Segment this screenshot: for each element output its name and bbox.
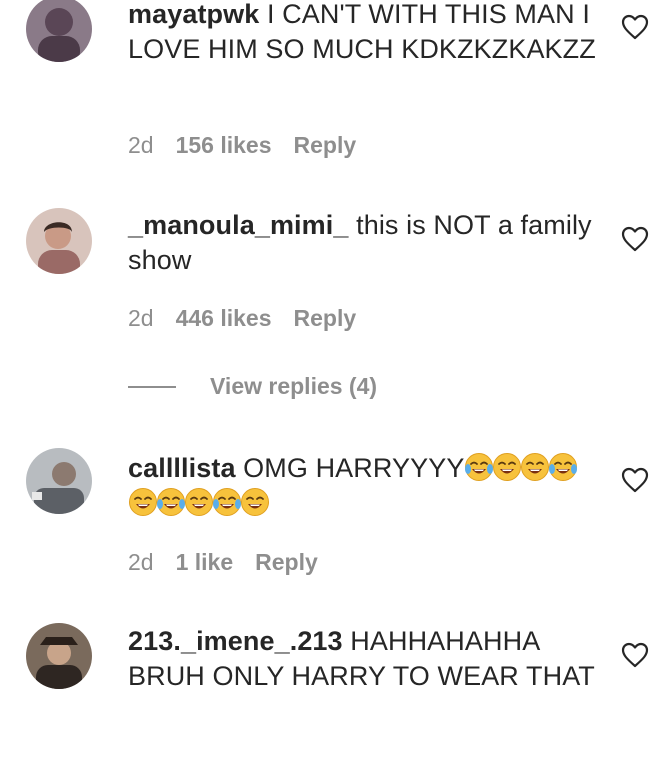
replies-divider [128, 386, 176, 388]
avatar[interactable] [26, 0, 92, 62]
loudly-crying-face-icon [549, 453, 578, 481]
reply-button[interactable]: Reply [255, 549, 318, 575]
comment-text: mayatpwk I CAN'T WITH THIS MAN I LOVE HI… [128, 0, 598, 67]
likes-count[interactable]: 156 likes [176, 132, 272, 158]
comment-text: callllista OMG HARRYYYY [128, 451, 598, 521]
comment-meta: 2d 156 likes Reply [128, 131, 378, 159]
avatar[interactable] [26, 448, 92, 514]
grinning-squinting-face-icon [241, 488, 269, 516]
comment-age: 2d [128, 305, 154, 331]
heart-icon[interactable] [621, 642, 649, 668]
comment-text: _manoula_mimi_ this is NOT a family show [128, 208, 598, 278]
face-with-tears-of-joy-icon [465, 453, 494, 481]
username[interactable]: _manoula_mimi_ [128, 210, 349, 240]
view-replies-label: View replies (4) [210, 373, 378, 399]
comment-age: 2d [128, 132, 154, 158]
comment-body: OMG HARRYYYY [235, 453, 465, 483]
likes-count[interactable]: 446 likes [176, 305, 272, 331]
heart-icon[interactable] [621, 14, 649, 40]
loudly-crying-face-icon [213, 488, 241, 516]
grinning-squinting-face-icon [185, 488, 213, 516]
grinning-squinting-face-icon [493, 453, 522, 481]
grinning-squinting-face-icon [129, 488, 157, 516]
likes-count[interactable]: 1 like [176, 549, 234, 575]
username[interactable]: 213._imene_.213 [128, 626, 343, 656]
username[interactable]: mayatpwk [128, 0, 259, 29]
heart-icon[interactable] [621, 467, 649, 493]
loudly-crying-face-icon [157, 488, 185, 516]
reply-button[interactable]: Reply [294, 132, 357, 158]
comment-meta: 2d 1 like Reply [128, 548, 340, 576]
avatar[interactable] [26, 208, 92, 274]
reply-button[interactable]: Reply [294, 305, 357, 331]
grinning-squinting-face-icon [521, 453, 550, 481]
username[interactable]: callllista [128, 453, 236, 483]
avatar[interactable] [26, 623, 92, 689]
comment-age: 2d [128, 549, 154, 575]
comment-meta: 2d 446 likes Reply [128, 304, 378, 332]
comment-text: 213._imene_.213 HAHHAHAHHA BRUH ONLY HAR… [128, 624, 598, 694]
heart-icon[interactable] [621, 226, 649, 252]
